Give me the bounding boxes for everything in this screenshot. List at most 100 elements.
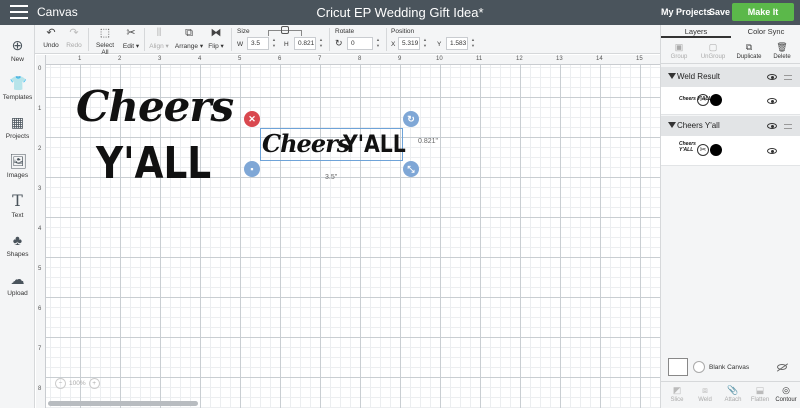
ruler-mark: 3 [38, 186, 42, 192]
selected-yall-text[interactable]: Y'ALL [343, 129, 406, 159]
x-position-input[interactable]: 5.319 [398, 37, 420, 50]
group-button[interactable]: ▣ Group [664, 42, 694, 60]
top-ruler: 0 1 2 3 4 5 6 7 8 9 10 11 12 13 14 15 [36, 55, 660, 65]
sidebar-item-upload[interactable]: ☁ Upload [0, 271, 35, 297]
layer-item[interactable]: Cheers Y'ALL ✂ [661, 87, 800, 115]
shapes-icon: ♣ [12, 232, 23, 248]
collapse-triangle-icon[interactable] [668, 73, 676, 79]
color-swatch[interactable] [710, 94, 722, 106]
sidebar-item-label: Text [11, 212, 24, 219]
image-icon: 🖼 [9, 153, 28, 169]
lock-handle-icon[interactable]: ▪ [244, 161, 260, 177]
ungroup-icon: ▢ [708, 42, 718, 52]
toolbar-divider [386, 28, 387, 51]
duplicate-button[interactable]: ⧉ Duplicate [734, 42, 764, 60]
rotate-stepper[interactable]: ▲ ▼ [374, 37, 382, 50]
rotate-input[interactable]: 0 [347, 37, 373, 50]
ruler-mark: 4 [198, 56, 202, 62]
cut-operation-icon[interactable]: ✂ [697, 144, 709, 156]
tab-layers[interactable]: Layers [661, 27, 731, 38]
ruler-mark: 5 [38, 266, 42, 272]
sidebar-item-shapes[interactable]: ♣ Shapes [0, 232, 35, 258]
save-button[interactable]: Save [709, 7, 730, 17]
scale-handle-icon[interactable]: ⤡ [403, 161, 419, 177]
drag-handle-icon[interactable] [784, 75, 792, 80]
delete-handle-icon[interactable]: ✕ [244, 111, 260, 127]
sidebar-item-projects[interactable]: ▦ Projects [0, 114, 35, 140]
align-button[interactable]: ⫴ Align ▾ [148, 27, 170, 50]
tab-color-sync[interactable]: Color Sync [731, 27, 800, 36]
yall-artwork[interactable]: Y'ALL [96, 140, 211, 188]
arrange-label: Arrange ▾ [174, 43, 204, 50]
x-position-stepper[interactable]: ▲ ▼ [421, 37, 429, 50]
ungroup-button[interactable]: ▢ UnGroup [698, 42, 728, 60]
eye-icon[interactable] [767, 74, 777, 80]
ruler-mark: 6 [278, 56, 282, 62]
sidebar-item-images[interactable]: 🖼 Images [0, 153, 35, 179]
redo-button[interactable]: ↷ Redo [64, 27, 84, 49]
edit-button[interactable]: ✂ Edit ▾ [120, 27, 142, 50]
arrange-button[interactable]: ⧉ Arrange ▾ [174, 27, 204, 50]
delete-button[interactable]: 🗑 Delete [767, 42, 797, 60]
weld-button[interactable]: ⧈ Weld [691, 385, 719, 403]
height-dimension: 0.821" [418, 138, 439, 145]
redo-label: Redo [66, 42, 82, 49]
arrange-icon: ⧉ [185, 27, 193, 39]
layer-group-weld-result[interactable]: Weld Result [661, 67, 800, 87]
left-ruler: 0 1 2 3 4 5 6 7 8 [36, 55, 46, 408]
sidebar-item-label: Templates [2, 94, 33, 101]
undo-button[interactable]: ↶ Undo [40, 27, 62, 49]
attach-label: Attach [724, 397, 742, 403]
sidebar-item-templates[interactable]: 👕 Templates [0, 75, 35, 101]
trash-icon: 🗑 [776, 42, 788, 52]
blank-canvas-row[interactable]: Blank Canvas [661, 355, 800, 380]
drag-handle-icon[interactable] [784, 124, 792, 129]
ruler-mark: 1 [38, 106, 42, 112]
text-icon: T [12, 191, 23, 210]
cut-operation-icon[interactable]: ✂ [697, 94, 709, 106]
my-projects-link[interactable]: My Projects [661, 7, 712, 17]
flatten-button[interactable]: ⬓ Flatten [746, 385, 774, 403]
delete-label: Delete [773, 54, 791, 60]
slice-button[interactable]: ◩ Slice [663, 385, 691, 403]
color-swatch[interactable] [710, 144, 722, 156]
ruler-mark: 13 [556, 56, 563, 62]
y-position-stepper[interactable]: ▲ ▼ [469, 37, 477, 50]
rotate-handle-icon[interactable]: ↻ [403, 111, 419, 127]
ruler-mark: 0 [38, 66, 42, 72]
eye-icon[interactable] [767, 98, 777, 104]
horizontal-scrollbar[interactable] [48, 401, 198, 406]
cheers-artwork[interactable]: Cheers [76, 86, 234, 128]
lock-icon[interactable] [281, 26, 289, 34]
selected-cheers-text[interactable]: Cheers [262, 129, 350, 159]
flip-button[interactable]: ⧓ Flip ▾ [206, 27, 226, 50]
contour-label: Contour [775, 397, 797, 403]
eye-icon[interactable] [767, 123, 777, 129]
zoom-in-button[interactable]: + [88, 378, 100, 389]
layer-item[interactable]: Cheers Y'ALL ✂ [661, 136, 800, 166]
hamburger-menu-icon[interactable] [10, 5, 28, 19]
height-label: H [284, 41, 289, 48]
canvas-color-circle[interactable] [693, 361, 705, 373]
height-stepper[interactable]: ▲ ▼ [317, 37, 325, 50]
collapse-triangle-icon[interactable] [668, 122, 676, 128]
edit-toolbar: ↶ Undo ↷ Redo ⬚ Select All ✂ Edit ▾ ⫴ Al… [0, 25, 660, 56]
ruler-mark: 2 [38, 146, 42, 152]
eye-icon[interactable] [767, 148, 777, 154]
zoom-out-button[interactable]: − [55, 378, 66, 389]
make-it-button[interactable]: Make It [732, 3, 794, 21]
y-position-input[interactable]: 1.583 [446, 37, 468, 50]
attach-button[interactable]: 📎 Attach [719, 385, 747, 403]
ruler-mark: 7 [318, 56, 322, 62]
canvas-color-swatch[interactable] [668, 358, 688, 376]
layer-group-cheers-yall[interactable]: Cheers Y'all [661, 116, 800, 136]
shirt-icon: 👕 [9, 75, 27, 91]
sidebar-item-new[interactable]: ⊕ New [0, 37, 35, 63]
select-all-button[interactable]: ⬚ Select All [92, 27, 118, 56]
contour-button[interactable]: ◎ Contour [772, 385, 800, 403]
width-stepper[interactable]: ▲ ▼ [270, 37, 278, 50]
eye-hidden-icon[interactable] [777, 364, 787, 370]
height-input[interactable]: 0.821 [294, 37, 316, 50]
sidebar-item-text[interactable]: T Text [0, 191, 35, 220]
width-input[interactable]: 3.5 [247, 37, 269, 50]
